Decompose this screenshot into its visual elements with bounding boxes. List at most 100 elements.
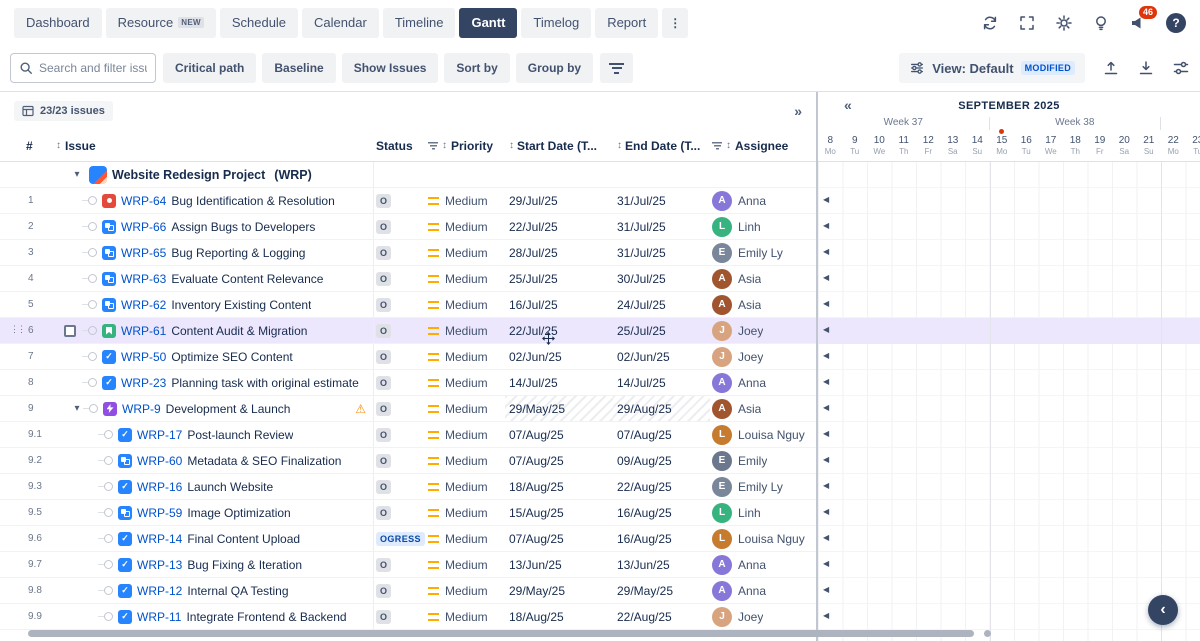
table-row[interactable]: 2WRP-66Assign Bugs to DevelopersOMedium2… — [0, 214, 816, 240]
gantt-settings-icon[interactable] — [1172, 59, 1190, 77]
tab-timelog[interactable]: Timelog — [521, 8, 591, 38]
issue-key[interactable]: WRP-16 — [137, 480, 182, 494]
chevron-down-icon[interactable]: ▾ — [70, 403, 84, 414]
offscreen-left-icon[interactable]: ◀ — [823, 611, 829, 620]
sort-icon[interactable]: ↕ — [617, 140, 622, 151]
day-cell[interactable]: 15Mo — [990, 134, 1015, 156]
day-cell[interactable]: 17We — [1039, 134, 1064, 156]
offscreen-left-icon[interactable]: ◀ — [823, 507, 829, 516]
day-cell[interactable]: 11Th — [892, 134, 917, 156]
issue-key[interactable]: WRP-61 — [121, 324, 166, 338]
timeline-row[interactable]: ◀ — [818, 422, 1200, 448]
timeline-row[interactable]: ◀ — [818, 474, 1200, 500]
expand-panel-icon[interactable]: » — [794, 103, 802, 119]
timeline-row[interactable]: ◀ — [818, 214, 1200, 240]
link-handle-icon[interactable] — [104, 482, 113, 491]
offscreen-left-icon[interactable]: ◀ — [823, 429, 829, 438]
offscreen-left-icon[interactable]: ◀ — [823, 299, 829, 308]
issue-key[interactable]: WRP-65 — [121, 246, 166, 260]
table-row[interactable]: 9.9WRP-11Integrate Frontend & BackendOMe… — [0, 604, 816, 630]
tab-schedule[interactable]: Schedule — [220, 8, 298, 38]
more-menu-button[interactable]: ⋮ — [662, 8, 688, 38]
link-handle-icon[interactable] — [104, 456, 113, 465]
fullscreen-icon[interactable] — [1018, 14, 1036, 32]
day-cell[interactable]: 13Sa — [941, 134, 966, 156]
column-header-priority[interactable]: ↕ Priority — [428, 139, 505, 153]
settings-gear-icon[interactable] — [1055, 14, 1073, 32]
timeline-row[interactable]: ◀ — [818, 552, 1200, 578]
link-handle-icon[interactable] — [88, 326, 97, 335]
table-row[interactable]: 9.6WRP-14Final Content UploadOGRESSMediu… — [0, 526, 816, 552]
sort-icon[interactable]: ↕ — [509, 140, 514, 151]
link-handle-icon[interactable] — [88, 196, 97, 205]
timeline-row[interactable]: ◀ — [818, 500, 1200, 526]
timeline-row[interactable]: ◀ — [818, 344, 1200, 370]
offscreen-left-icon[interactable]: ◀ — [823, 377, 829, 386]
offscreen-left-icon[interactable]: ◀ — [823, 559, 829, 568]
sort-icon[interactable]: ↕ — [726, 140, 731, 151]
show-issues-button[interactable]: Show Issues — [342, 53, 439, 83]
issue-key[interactable]: WRP-12 — [137, 584, 182, 598]
issues-count-chip[interactable]: 23/23 issues — [14, 101, 113, 121]
offscreen-left-icon[interactable]: ◀ — [823, 403, 829, 412]
issue-key[interactable]: WRP-17 — [137, 428, 182, 442]
table-row[interactable]: 3WRP-65Bug Reporting & LoggingOMedium28/… — [0, 240, 816, 266]
timeline-row[interactable]: ◀ — [818, 526, 1200, 552]
chevron-down-icon[interactable]: ▾ — [70, 169, 84, 180]
table-row[interactable]: 9.8WRP-12Internal QA TestingOMedium29/Ma… — [0, 578, 816, 604]
sort-icon[interactable]: ↕ — [442, 140, 447, 151]
table-row[interactable]: 4WRP-63Evaluate Content RelevanceOMedium… — [0, 266, 816, 292]
column-header-start-date[interactable]: ↕ Start Date (T... — [505, 139, 613, 153]
day-cell[interactable]: 10We — [867, 134, 892, 156]
day-cell[interactable]: 21Su — [1137, 134, 1162, 156]
table-row[interactable]: 9▾WRP-9Development & Launch⚠OMedium29/Ma… — [0, 396, 816, 422]
scrollbar-end-dot[interactable] — [984, 630, 991, 637]
filter-icon[interactable] — [428, 142, 438, 150]
offscreen-left-icon[interactable]: ◀ — [823, 195, 829, 204]
link-handle-icon[interactable] — [104, 430, 113, 439]
column-header-assignee[interactable]: ↕ Assignee — [710, 139, 816, 153]
issue-key[interactable]: WRP-63 — [121, 272, 166, 286]
timeline-row[interactable]: ◀ — [818, 292, 1200, 318]
offscreen-left-icon[interactable]: ◀ — [823, 273, 829, 282]
table-row[interactable]: 9.3WRP-16Launch WebsiteOMedium18/Aug/252… — [0, 474, 816, 500]
day-cell[interactable]: 18Th — [1063, 134, 1088, 156]
issue-key[interactable]: WRP-60 — [137, 454, 182, 468]
offscreen-left-icon[interactable]: ◀ — [823, 247, 829, 256]
tab-resource[interactable]: ResourceNEW — [106, 8, 216, 38]
column-header-end-date[interactable]: ↕ End Date (T... — [613, 139, 710, 153]
table-row[interactable]: 7WRP-50Optimize SEO ContentOMedium02/Jun… — [0, 344, 816, 370]
lightbulb-icon[interactable] — [1092, 14, 1110, 32]
issue-key[interactable]: WRP-59 — [137, 506, 182, 520]
link-handle-icon[interactable] — [88, 300, 97, 309]
link-handle-icon[interactable] — [104, 586, 113, 595]
column-header-status[interactable]: Status — [373, 139, 428, 153]
table-row[interactable]: 1WRP-64Bug Identification & ResolutionOM… — [0, 188, 816, 214]
table-row[interactable]: 8WRP-23Planning task with original estim… — [0, 370, 816, 396]
table-row[interactable]: 5WRP-62Inventory Existing ContentOMedium… — [0, 292, 816, 318]
announcements-icon[interactable]: 46 — [1129, 14, 1147, 32]
day-cell[interactable]: 20Sa — [1112, 134, 1137, 156]
timeline-row[interactable]: ◀ — [818, 266, 1200, 292]
horizontal-scrollbar[interactable] — [28, 630, 974, 637]
link-handle-icon[interactable] — [104, 508, 113, 517]
table-row[interactable]: 6⋮⋮WRP-61Content Audit & MigrationOMediu… — [0, 318, 816, 344]
search-input[interactable] — [39, 61, 147, 75]
link-handle-icon[interactable] — [88, 222, 97, 231]
day-cell[interactable]: 12Fr — [916, 134, 941, 156]
tab-calendar[interactable]: Calendar — [302, 8, 379, 38]
sync-icon[interactable] — [981, 14, 999, 32]
issue-key[interactable]: WRP-13 — [137, 558, 182, 572]
group-by-button[interactable]: Group by — [516, 53, 593, 83]
export-icon[interactable] — [1137, 59, 1155, 77]
offscreen-left-icon[interactable]: ◀ — [823, 325, 829, 334]
tab-gantt[interactable]: Gantt — [459, 8, 517, 38]
row-checkbox[interactable] — [64, 325, 76, 337]
day-cell[interactable]: 8Mo — [818, 134, 843, 156]
link-handle-icon[interactable] — [88, 378, 97, 387]
issue-key[interactable]: WRP-14 — [137, 532, 182, 546]
offscreen-left-icon[interactable]: ◀ — [823, 351, 829, 360]
issue-key[interactable]: WRP-50 — [121, 350, 166, 364]
offscreen-left-icon[interactable]: ◀ — [823, 481, 829, 490]
timeline-row[interactable]: ◀ — [818, 578, 1200, 604]
